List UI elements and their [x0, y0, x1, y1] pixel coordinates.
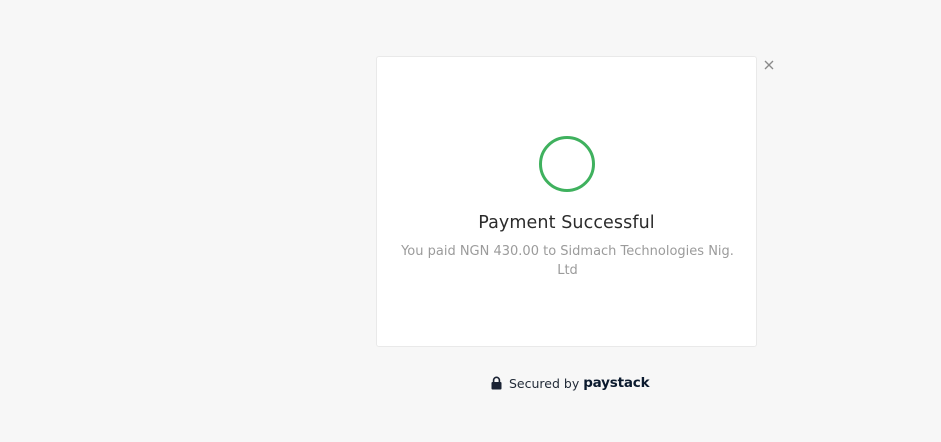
payment-success-card: Payment Successful You paid NGN 430.00 t…: [376, 56, 757, 347]
close-icon: [764, 60, 774, 70]
secured-by-label: Secured by: [509, 375, 580, 391]
paystack-logo: paystack: [583, 375, 650, 391]
success-check-icon: [539, 136, 595, 192]
lock-icon: [491, 376, 502, 390]
payment-status-title: Payment Successful: [478, 213, 655, 233]
secured-by-footer: Secured by paystack: [491, 374, 650, 392]
payment-status-message: You paid NGN 430.00 to Sidmach Technolog…: [401, 244, 734, 278]
close-button[interactable]: [762, 58, 776, 72]
payment-page: Payment Successful You paid NGN 430.00 t…: [0, 0, 941, 442]
